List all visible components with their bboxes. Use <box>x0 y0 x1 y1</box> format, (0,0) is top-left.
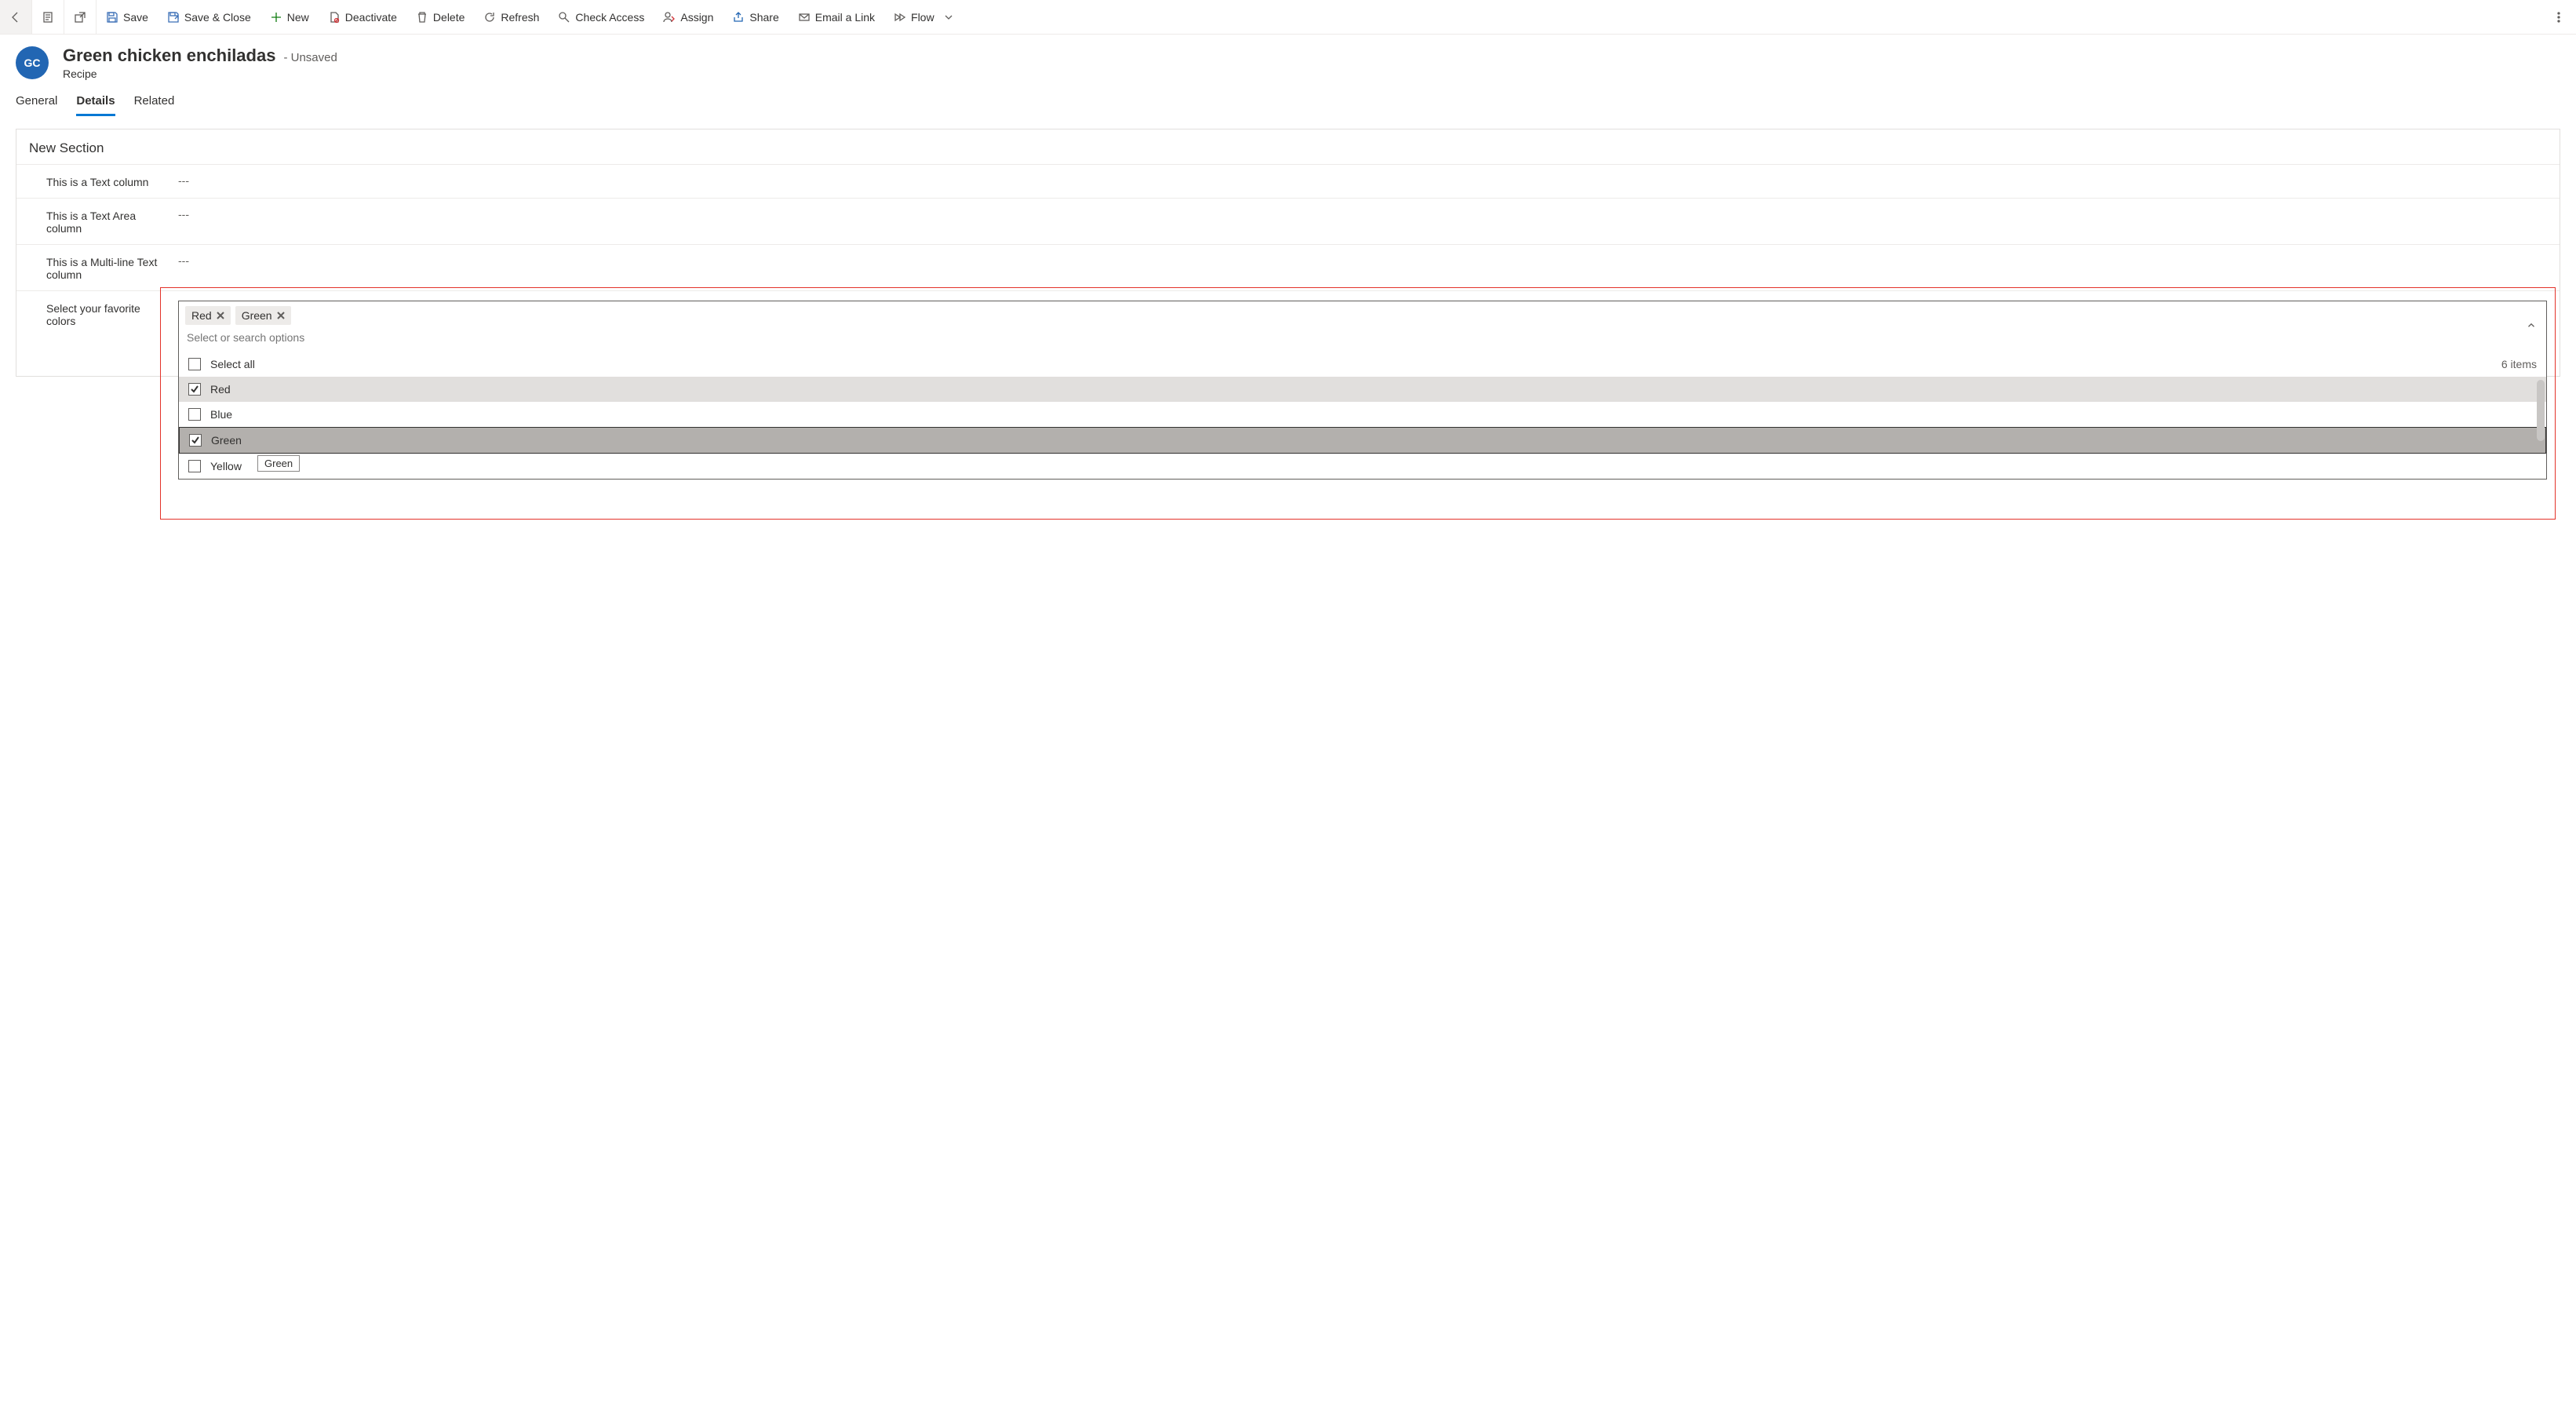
option-checkbox[interactable] <box>188 408 201 421</box>
arrow-left-icon <box>9 11 22 24</box>
overflow-button[interactable] <box>2541 0 2576 34</box>
field-label: This is a Text column <box>29 174 178 188</box>
field-label: This is a Multi-line Text column <box>29 254 178 281</box>
new-label: New <box>287 11 309 24</box>
new-button[interactable]: New <box>261 0 319 34</box>
option-checkbox[interactable] <box>189 434 202 447</box>
refresh-icon <box>483 11 496 24</box>
field-multiline-column: This is a Multi-line Text column --- <box>16 244 2560 290</box>
save-status: - Unsaved <box>283 51 337 64</box>
check-access-label: Check Access <box>575 11 644 24</box>
multiselect-control: Red Green <box>178 301 2547 352</box>
item-count: 6 items <box>2501 358 2537 370</box>
option-red[interactable]: Red <box>179 377 2546 402</box>
multiselect-dropdown: Select all 6 items Red Blue <box>178 352 2547 480</box>
option-list: Red Blue Green Yellow <box>179 377 2546 479</box>
field-label: Select your favorite colors <box>29 301 178 327</box>
multiselect-search-input[interactable] <box>185 328 2515 347</box>
selected-chips: Red Green <box>185 306 2515 325</box>
field-favorite-colors: Select your favorite colors Red Green <box>16 290 2560 362</box>
select-all-checkbox[interactable] <box>188 358 201 370</box>
save-close-button[interactable]: Save & Close <box>158 0 261 34</box>
deactivate-label: Deactivate <box>345 11 397 24</box>
check-access-button[interactable]: Check Access <box>548 0 654 34</box>
trash-icon <box>416 11 428 24</box>
option-yellow[interactable]: Yellow Green <box>179 454 2546 479</box>
chip-remove-button[interactable] <box>277 312 285 319</box>
section-title: New Section <box>16 140 2560 164</box>
option-blue[interactable]: Blue <box>179 402 2546 427</box>
search-key-icon <box>558 11 570 24</box>
flow-label: Flow <box>911 11 935 24</box>
scrollbar-thumb[interactable] <box>2537 380 2545 441</box>
chip-remove-button[interactable] <box>217 312 224 319</box>
option-green[interactable]: Green <box>179 427 2546 454</box>
option-checkbox[interactable] <box>188 383 201 396</box>
chevron-down-icon <box>942 11 955 24</box>
flow-button[interactable]: Flow <box>884 0 964 34</box>
document-icon <box>42 11 54 24</box>
field-textarea-column: This is a Text Area column --- <box>16 198 2560 244</box>
dropdown-header: Select all 6 items <box>179 352 2546 377</box>
more-vertical-icon <box>2552 11 2565 24</box>
share-label: Share <box>749 11 778 24</box>
save-icon <box>106 11 118 24</box>
page-title: Green chicken enchiladas <box>63 46 275 66</box>
delete-label: Delete <box>433 11 465 24</box>
share-icon <box>732 11 745 24</box>
popout-icon <box>74 11 86 24</box>
save-close-label: Save & Close <box>184 11 251 24</box>
share-button[interactable]: Share <box>723 0 788 34</box>
person-assign-icon <box>663 11 676 24</box>
command-bar: Save Save & Close New Deactivate Delete … <box>0 0 2576 35</box>
deactivate-icon <box>328 11 341 24</box>
field-value[interactable]: --- <box>178 254 2547 267</box>
tab-details[interactable]: Details <box>76 89 115 116</box>
assign-button[interactable]: Assign <box>654 0 723 34</box>
chip-label: Red <box>191 309 212 322</box>
option-label: Blue <box>210 408 232 421</box>
tab-general[interactable]: General <box>16 89 57 116</box>
avatar: GC <box>16 46 49 79</box>
entity-name: Recipe <box>63 67 337 80</box>
flow-icon <box>894 11 906 24</box>
email-link-button[interactable]: Email a Link <box>789 0 884 34</box>
select-all-label[interactable]: Select all <box>210 358 255 370</box>
field-text-column: This is a Text column --- <box>16 164 2560 198</box>
option-label: Red <box>210 383 231 396</box>
refresh-button[interactable]: Refresh <box>474 0 548 34</box>
refresh-label: Refresh <box>501 11 539 24</box>
assign-label: Assign <box>680 11 713 24</box>
tooltip: Green <box>257 455 300 472</box>
option-checkbox[interactable] <box>188 460 201 472</box>
tab-list: General Details Related <box>0 83 2576 116</box>
email-link-label: Email a Link <box>815 11 875 24</box>
save-close-icon <box>167 11 180 24</box>
plus-icon <box>270 11 282 24</box>
delete-button[interactable]: Delete <box>406 0 474 34</box>
popout-button[interactable] <box>64 0 96 34</box>
field-value[interactable]: --- <box>178 174 2547 187</box>
chip-green: Green <box>235 306 291 325</box>
chevron-up-icon <box>2526 320 2537 331</box>
save-label: Save <box>123 11 148 24</box>
deactivate-button[interactable]: Deactivate <box>319 0 406 34</box>
field-label: This is a Text Area column <box>29 208 178 235</box>
notes-button[interactable] <box>32 0 64 34</box>
record-header: GC Green chicken enchiladas - Unsaved Re… <box>0 35 2576 83</box>
section-card: New Section This is a Text column --- Th… <box>16 129 2560 377</box>
back-button[interactable] <box>0 0 31 34</box>
field-value[interactable]: --- <box>178 208 2547 221</box>
collapse-button[interactable] <box>2526 320 2537 334</box>
chip-red: Red <box>185 306 231 325</box>
scrollbar[interactable] <box>2534 377 2545 479</box>
option-label: Green <box>211 434 242 447</box>
email-icon <box>798 11 811 24</box>
tab-related[interactable]: Related <box>134 89 175 116</box>
option-label: Yellow <box>210 460 242 472</box>
save-button[interactable]: Save <box>97 0 158 34</box>
avatar-initials: GC <box>24 57 41 69</box>
multiselect-input-box[interactable]: Red Green <box>178 301 2547 352</box>
chip-label: Green <box>242 309 272 322</box>
